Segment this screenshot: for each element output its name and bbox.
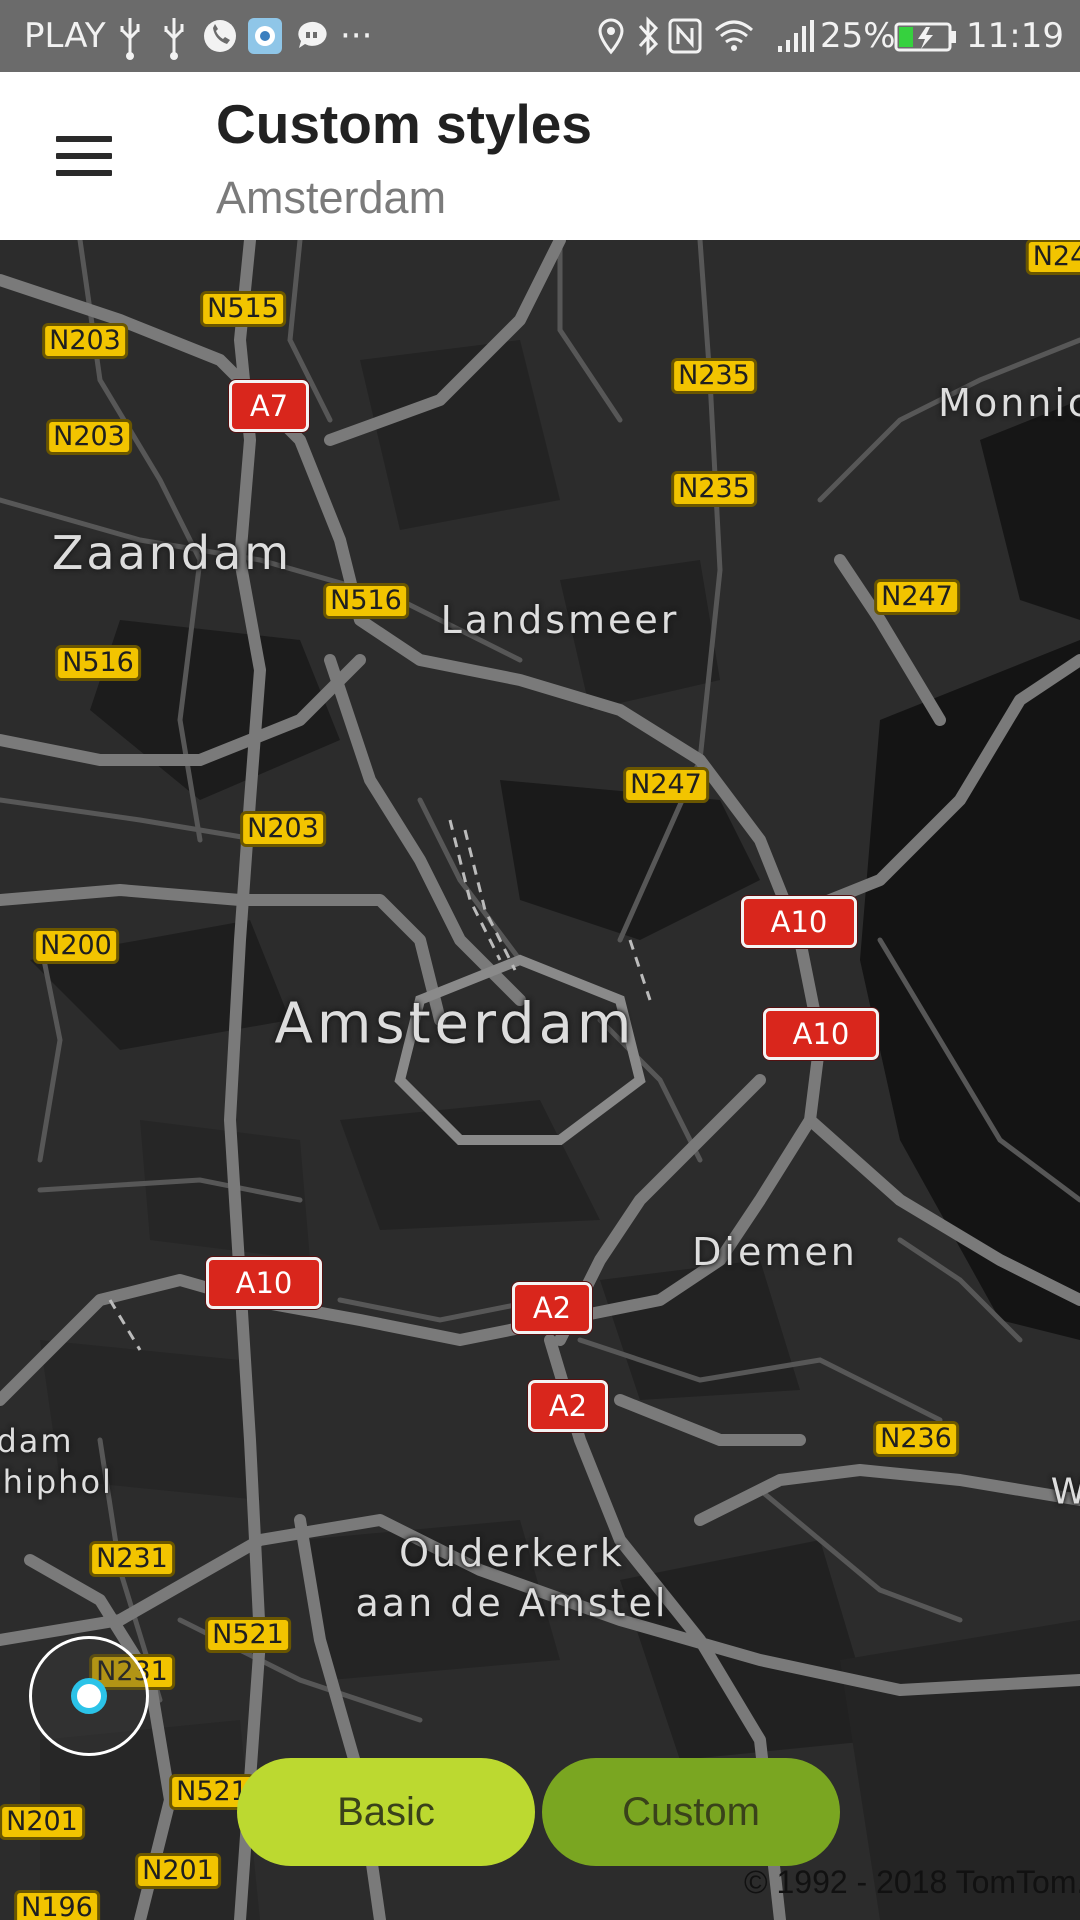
road-shield: N516	[323, 583, 409, 619]
my-location-icon	[71, 1678, 107, 1714]
road-shield: N235	[671, 358, 757, 394]
place-label: Amsterdam	[274, 991, 636, 1057]
usb-icon	[164, 18, 184, 60]
road-shield: A2	[512, 1282, 592, 1334]
road-shield: A2	[528, 1380, 608, 1432]
road-shield: N231	[89, 1541, 175, 1577]
road-shield: N521	[205, 1617, 291, 1653]
chat-icon	[298, 21, 327, 48]
copyright-text: © 1992 - 2018 TomTom.	[744, 1864, 1080, 1900]
place-label: Zaandam	[51, 526, 293, 580]
place-label: W	[1050, 1471, 1080, 1513]
page-subtitle: Amsterdam	[216, 172, 447, 223]
road-shield: N236	[873, 1421, 959, 1457]
location-icon	[598, 18, 624, 55]
road-shield: N235	[671, 471, 757, 507]
road-shield: N196	[14, 1890, 100, 1920]
custom-style-button[interactable]: Custom	[542, 1758, 840, 1866]
road-shield: N201	[0, 1804, 85, 1840]
road-shield: A10	[741, 896, 857, 948]
place-label: Monnic	[938, 381, 1080, 425]
road-shield: A10	[206, 1257, 322, 1309]
place-label: Ouderkerk	[399, 1531, 625, 1575]
overflow-indicator: ···	[340, 16, 373, 56]
road-shield: N247	[623, 767, 709, 803]
road-shield: N203	[42, 323, 128, 359]
road-shield: N201	[135, 1853, 221, 1889]
place-label: aan de Amstel	[355, 1581, 669, 1625]
bluetooth-icon	[638, 16, 659, 56]
clock: 11:19	[966, 16, 1064, 56]
hamburger-menu-icon[interactable]	[38, 118, 130, 198]
signal-icon	[778, 20, 814, 52]
place-label: Diemen	[692, 1230, 858, 1274]
nfc-icon	[668, 18, 702, 54]
road-shield: N516	[55, 645, 141, 681]
road-shield: N24	[1025, 240, 1080, 275]
wifi-icon	[715, 20, 753, 51]
battery-charging-icon	[894, 22, 956, 52]
basic-style-button[interactable]: Basic	[237, 1758, 535, 1866]
place-label: chiphol	[0, 1463, 113, 1501]
road-shield: N203	[240, 811, 326, 847]
place-label: Landsmeer	[440, 598, 680, 642]
road-shield: A7	[229, 380, 309, 432]
carrier-label: PLAY	[24, 16, 106, 56]
road-shield: N200	[33, 928, 119, 964]
map-view[interactable]: Zaandam Landsmeer Monnic Amsterdam Dieme…	[0, 240, 1080, 1920]
road-shield: N203	[46, 419, 132, 455]
road-shield: N515	[200, 291, 286, 327]
app-icon	[248, 18, 282, 54]
road-shield: N247	[874, 579, 960, 615]
phone-icon	[204, 20, 236, 52]
place-label: dam	[0, 1422, 74, 1460]
my-location-button[interactable]	[29, 1636, 149, 1756]
status-bar: PLAY ··· 25% 11:19	[0, 0, 1080, 72]
road-shield: A10	[763, 1008, 879, 1060]
app-bar: Custom styles Amsterdam	[0, 72, 1080, 240]
page-title: Custom styles	[216, 93, 592, 155]
usb-icon	[120, 18, 140, 60]
battery-percent: 25%	[820, 16, 896, 56]
